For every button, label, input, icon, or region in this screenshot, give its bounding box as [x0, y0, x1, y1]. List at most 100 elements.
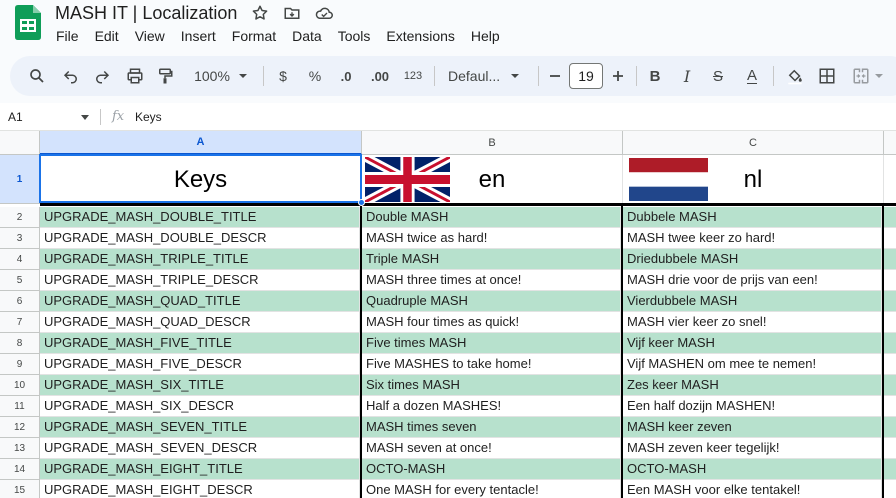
menu-file[interactable]: File	[48, 26, 87, 46]
percent-format-button[interactable]: %	[304, 56, 326, 96]
increase-decimal-button[interactable]: .00	[366, 56, 394, 96]
row-header[interactable]: 7	[0, 312, 40, 333]
key-cell[interactable]: UPGRADE_MASH_EIGHT_TITLE	[40, 459, 360, 480]
strikethrough-button[interactable]: S	[707, 56, 729, 96]
menu-tools[interactable]: Tools	[330, 26, 379, 46]
empty-cell[interactable]	[884, 291, 896, 312]
row-header[interactable]: 14	[0, 459, 40, 480]
key-cell[interactable]: UPGRADE_MASH_FIVE_DESCR	[40, 354, 360, 375]
en-cell[interactable]: Quadruple MASH	[362, 291, 621, 312]
redo-button[interactable]	[89, 56, 115, 96]
nl-cell[interactable]: MASH vier keer zo snel!	[623, 312, 882, 333]
decrease-decimal-button[interactable]: .0	[334, 56, 358, 96]
print-button[interactable]	[122, 56, 148, 96]
nl-cell[interactable]: Vijf keer MASH	[623, 333, 882, 354]
en-cell[interactable]: Triple MASH	[362, 249, 621, 270]
italic-button[interactable]: I	[676, 56, 698, 96]
column-header-c[interactable]: C	[623, 131, 884, 155]
undo-button[interactable]	[58, 56, 84, 96]
select-all-corner[interactable]	[0, 131, 40, 155]
fill-color-button[interactable]	[782, 56, 808, 96]
column-header-d[interactable]	[884, 131, 896, 155]
key-cell[interactable]: UPGRADE_MASH_EIGHT_DESCR	[40, 480, 360, 498]
en-cell[interactable]: Five MASHES to take home!	[362, 354, 621, 375]
formula-input[interactable]: Keys	[135, 110, 162, 124]
decrease-font-size-button[interactable]	[546, 56, 564, 96]
font-family-select[interactable]: Defaul...	[444, 56, 528, 96]
empty-cell[interactable]	[884, 417, 896, 438]
empty-cell[interactable]	[884, 207, 896, 228]
nl-cell[interactable]: MASH keer zeven	[623, 417, 882, 438]
empty-cell[interactable]	[884, 438, 896, 459]
document-title[interactable]: MASH IT | Localization	[55, 2, 237, 24]
column-header-b[interactable]: B	[362, 131, 623, 155]
empty-cell[interactable]	[884, 354, 896, 375]
row-header[interactable]: 5	[0, 270, 40, 291]
key-cell[interactable]: UPGRADE_MASH_SEVEN_DESCR	[40, 438, 360, 459]
empty-cell[interactable]	[884, 396, 896, 417]
menu-view[interactable]: View	[127, 26, 173, 46]
merge-cells-button[interactable]	[848, 56, 888, 96]
key-cell[interactable]: UPGRADE_MASH_DOUBLE_TITLE	[40, 207, 360, 228]
nl-cell[interactable]: MASH twee keer zo hard!	[623, 228, 882, 249]
column-header-a[interactable]: A	[40, 131, 362, 155]
more-formats-button[interactable]: 123	[400, 56, 426, 96]
nl-cell[interactable]: Een MASH voor elke tentakel!	[623, 480, 882, 498]
empty-cell[interactable]	[884, 228, 896, 249]
fill-handle[interactable]	[358, 199, 365, 206]
nl-cell[interactable]: Driedubbele MASH	[623, 249, 882, 270]
menu-extensions[interactable]: Extensions	[378, 26, 462, 46]
font-size-input[interactable]: 19	[569, 63, 603, 89]
nl-cell[interactable]: MASH drie voor de prijs van een!	[623, 270, 882, 291]
en-cell[interactable]: MASH twice as hard!	[362, 228, 621, 249]
menu-format[interactable]: Format	[224, 26, 284, 46]
star-icon[interactable]	[250, 3, 270, 23]
row-header[interactable]: 3	[0, 228, 40, 249]
row-header[interactable]: 4	[0, 249, 40, 270]
menu-edit[interactable]: Edit	[87, 26, 127, 46]
increase-font-size-button[interactable]	[609, 56, 627, 96]
en-cell[interactable]: MASH three times at once!	[362, 270, 621, 291]
nl-cell[interactable]: Zes keer MASH	[623, 375, 882, 396]
row-header[interactable]: 8	[0, 333, 40, 354]
key-cell[interactable]: UPGRADE_MASH_TRIPLE_TITLE	[40, 249, 360, 270]
bold-button[interactable]: B	[644, 56, 666, 96]
en-cell[interactable]: Five times MASH	[362, 333, 621, 354]
header-cell-keys[interactable]: Keys	[40, 155, 362, 204]
en-cell[interactable]: Six times MASH	[362, 375, 621, 396]
key-cell[interactable]: UPGRADE_MASH_DOUBLE_DESCR	[40, 228, 360, 249]
key-cell[interactable]: UPGRADE_MASH_SIX_DESCR	[40, 396, 360, 417]
en-cell[interactable]: Half a dozen MASHES!	[362, 396, 621, 417]
row-header[interactable]: 13	[0, 438, 40, 459]
key-cell[interactable]: UPGRADE_MASH_SEVEN_TITLE	[40, 417, 360, 438]
empty-cell[interactable]	[884, 480, 896, 498]
en-cell[interactable]: MASH seven at once!	[362, 438, 621, 459]
empty-cell[interactable]	[884, 375, 896, 396]
move-folder-icon[interactable]	[282, 3, 302, 23]
key-cell[interactable]: UPGRADE_MASH_SIX_TITLE	[40, 375, 360, 396]
key-cell[interactable]: UPGRADE_MASH_QUAD_TITLE	[40, 291, 360, 312]
row-header[interactable]: 1	[0, 155, 40, 204]
text-color-button[interactable]: A	[740, 56, 764, 96]
nl-cell[interactable]: Een half dozijn MASHEN!	[623, 396, 882, 417]
en-cell[interactable]: MASH four times as quick!	[362, 312, 621, 333]
row-header[interactable]: 10	[0, 375, 40, 396]
header-cell-d[interactable]	[884, 155, 896, 204]
menu-help[interactable]: Help	[463, 26, 508, 46]
empty-cell[interactable]	[884, 312, 896, 333]
sheets-logo-icon[interactable]	[15, 5, 41, 40]
nl-cell[interactable]: MASH zeven keer tegelijk!	[623, 438, 882, 459]
row-header[interactable]: 2	[0, 207, 40, 228]
nl-cell[interactable]: Vijf MASHEN om mee te nemen!	[623, 354, 882, 375]
key-cell[interactable]: UPGRADE_MASH_FIVE_TITLE	[40, 333, 360, 354]
row-header[interactable]: 12	[0, 417, 40, 438]
cloud-saved-icon[interactable]	[314, 3, 334, 23]
key-cell[interactable]: UPGRADE_MASH_TRIPLE_DESCR	[40, 270, 360, 291]
nl-cell[interactable]: OCTO-MASH	[623, 459, 882, 480]
row-header[interactable]: 11	[0, 396, 40, 417]
en-cell[interactable]: MASH times seven	[362, 417, 621, 438]
empty-cell[interactable]	[884, 270, 896, 291]
en-cell[interactable]: One MASH for every tentacle!	[362, 480, 621, 498]
borders-button[interactable]	[814, 56, 840, 96]
currency-format-button[interactable]: $	[273, 56, 293, 96]
